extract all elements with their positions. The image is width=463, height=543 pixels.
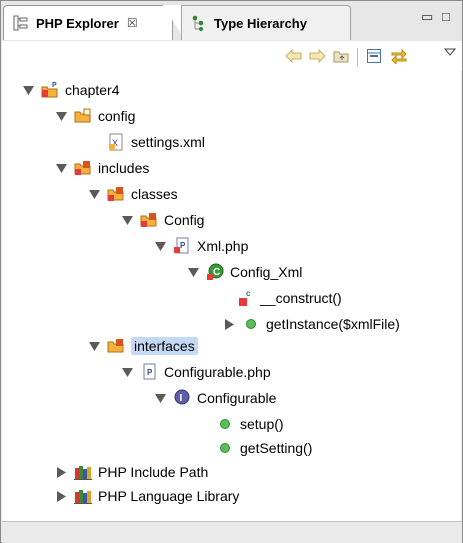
collapsed-triangle-icon[interactable] — [55, 490, 67, 502]
interface-icon: I — [172, 388, 192, 408]
view-menu-icon[interactable] — [440, 43, 460, 61]
tree-node-label: getSetting() — [240, 440, 313, 456]
tree-node-php-include-path[interactable]: PHP Include Path — [55, 461, 208, 483]
package-folder-error-icon — [73, 158, 93, 178]
tree-node-label: settings.xml — [131, 134, 205, 150]
xml-file-icon: X — [106, 132, 126, 152]
toolbar-separator — [357, 48, 358, 66]
close-icon[interactable]: ☒ — [127, 16, 138, 30]
horizontal-scrollbar[interactable] — [2, 521, 462, 543]
expanded-triangle-icon[interactable] — [22, 84, 34, 96]
tab-bar: PHP Explorer ☒ Type Hierarchy ▭ □ — [1, 1, 462, 41]
tree-node-label: interfaces — [131, 337, 198, 355]
tree-node-label: Xml.php — [197, 238, 249, 254]
tree-node-chapter4[interactable]: P chapter4 — [22, 79, 119, 101]
tab-label: PHP Explorer — [36, 15, 119, 31]
constructor-error-icon: c — [235, 288, 255, 308]
tree-node-label: classes — [131, 186, 178, 202]
package-folder-error-icon — [139, 210, 159, 230]
tree-node-xml-php[interactable]: P Xml.php — [154, 235, 248, 257]
expanded-triangle-icon[interactable] — [88, 188, 100, 200]
collapse-all-icon[interactable] — [364, 47, 384, 65]
expanded-triangle-icon[interactable] — [55, 110, 67, 122]
tree-node-configurable-interface[interactable]: I Configurable — [154, 387, 276, 409]
tree-node-label: Configurable.php — [164, 364, 271, 380]
php-file-icon: P — [139, 362, 159, 382]
expanded-triangle-icon[interactable] — [121, 366, 133, 378]
tree-node-label: Configurable — [197, 390, 277, 406]
library-icon — [73, 462, 93, 482]
tree-node-label: PHP Language Library — [98, 488, 240, 504]
minimize-icon[interactable]: ▭ — [421, 9, 433, 25]
php-project-icon: P — [40, 80, 60, 100]
class-error-icon: C — [205, 262, 225, 282]
tab-type-hierarchy[interactable]: Type Hierarchy — [181, 5, 351, 40]
collapsed-triangle-icon[interactable] — [55, 466, 67, 478]
svg-text:P: P — [147, 368, 153, 377]
method-icon — [215, 414, 235, 434]
tab-label: Type Hierarchy — [214, 15, 307, 31]
expanded-triangle-icon[interactable] — [55, 162, 67, 174]
tree-node-php-language-library[interactable]: PHP Language Library — [55, 485, 239, 507]
source-folder-icon — [73, 106, 93, 126]
tab-php-explorer[interactable]: PHP Explorer ☒ — [3, 5, 173, 40]
tree-node-label: config — [98, 108, 136, 124]
tree-node-label: Config — [164, 212, 205, 228]
expanded-triangle-icon[interactable] — [187, 266, 199, 278]
tree-node-label: PHP Include Path — [98, 464, 209, 480]
svg-text:c: c — [246, 289, 251, 298]
type-hierarchy-icon — [190, 14, 208, 32]
tree-node-configurable-php[interactable]: P Configurable.php — [121, 361, 271, 383]
tree-node-getsetting[interactable]: getSetting() — [215, 437, 312, 459]
package-folder-icon — [106, 336, 126, 356]
svg-text:I: I — [180, 393, 183, 404]
tree-node-config[interactable]: config — [55, 105, 135, 127]
svg-text:P: P — [52, 82, 57, 89]
forward-arrow-icon[interactable] — [307, 47, 327, 65]
method-icon — [241, 314, 261, 334]
tree-node-classes[interactable]: classes — [88, 183, 178, 205]
tree-node-config-folder[interactable]: Config — [121, 209, 204, 231]
php-explorer-view: PHP Explorer ☒ Type Hierarchy ▭ □ P chap… — [0, 0, 463, 543]
back-arrow-icon[interactable] — [284, 47, 304, 65]
expanded-triangle-icon[interactable] — [154, 392, 166, 404]
collapsed-triangle-icon[interactable] — [223, 318, 235, 330]
tree-node-label: Config_Xml — [230, 264, 303, 280]
php-explorer-icon — [12, 14, 30, 32]
up-folder-icon[interactable] — [332, 47, 352, 65]
tree-node-label: chapter4 — [65, 82, 120, 98]
tree-node-label: __construct() — [260, 290, 342, 306]
tree-node-construct[interactable]: c __construct() — [235, 287, 342, 309]
tree-node-getinstance[interactable]: getInstance($xmlFile) — [223, 313, 400, 335]
project-tree: P chapter4 config X settings.xml include… — [2, 71, 461, 521]
library-icon — [73, 486, 93, 506]
tree-node-settings-xml[interactable]: X settings.xml — [88, 131, 205, 153]
view-toolbar — [2, 41, 462, 71]
php-file-error-icon: P — [172, 236, 192, 256]
tree-node-config-xml-class[interactable]: C Config_Xml — [187, 261, 302, 283]
tree-node-label: includes — [98, 160, 150, 176]
package-folder-error-icon — [106, 184, 126, 204]
tree-node-label: setup() — [240, 416, 284, 432]
tree-node-setup[interactable]: setup() — [215, 413, 284, 435]
expanded-triangle-icon[interactable] — [154, 240, 166, 252]
tree-node-interfaces[interactable]: interfaces — [88, 335, 198, 357]
svg-text:P: P — [180, 241, 186, 250]
method-icon — [215, 438, 235, 458]
expanded-triangle-icon[interactable] — [88, 340, 100, 352]
maximize-icon[interactable]: □ — [442, 9, 450, 24]
svg-text:C: C — [213, 267, 220, 278]
tree-node-includes[interactable]: includes — [55, 157, 149, 179]
expanded-triangle-icon[interactable] — [121, 214, 133, 226]
link-with-editor-icon[interactable] — [389, 47, 409, 65]
tree-node-label: getInstance($xmlFile) — [266, 316, 400, 332]
